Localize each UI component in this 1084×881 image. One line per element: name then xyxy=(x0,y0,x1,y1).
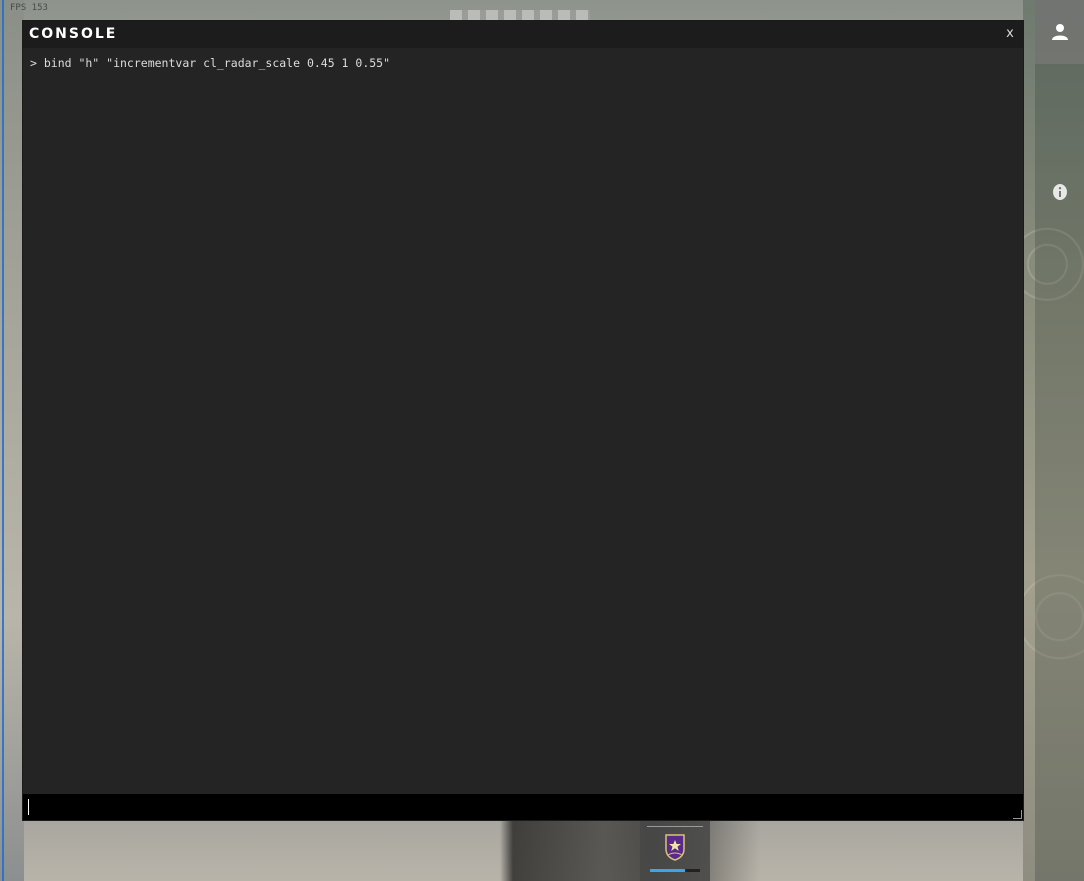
console-command-input[interactable] xyxy=(27,797,1011,817)
console-output[interactable]: > bind "h" "incrementvar cl_radar_scale … xyxy=(23,48,1023,794)
console-titlebar[interactable]: CONSOLE x xyxy=(23,21,1023,48)
rank-emblem-icon xyxy=(665,834,685,861)
sidebar-item-profile[interactable] xyxy=(1035,0,1084,64)
rank-xp-fill xyxy=(650,869,685,872)
profile-icon xyxy=(1051,24,1068,40)
console-input-row[interactable] xyxy=(23,794,1023,820)
player-model-legs xyxy=(500,820,760,881)
close-button[interactable]: x xyxy=(1003,26,1017,42)
console-title: CONSOLE xyxy=(29,26,118,42)
console-output-line: > bind "h" "incrementvar cl_radar_scale … xyxy=(30,56,391,70)
rank-widget[interactable] xyxy=(640,820,710,881)
info-icon xyxy=(1052,184,1067,200)
fps-counter: FPS 153 xyxy=(10,3,48,13)
window-edge-stripe xyxy=(2,0,4,881)
resize-grip-icon[interactable] xyxy=(1013,810,1022,819)
rank-divider xyxy=(647,826,703,827)
right-sidebar xyxy=(1035,0,1084,881)
rank-xp-bar xyxy=(650,869,700,872)
sidebar-item-info[interactable] xyxy=(1035,160,1084,224)
console-window[interactable]: CONSOLE x > bind "h" "incrementvar cl_ra… xyxy=(23,21,1023,820)
background-top-detail xyxy=(450,10,590,20)
